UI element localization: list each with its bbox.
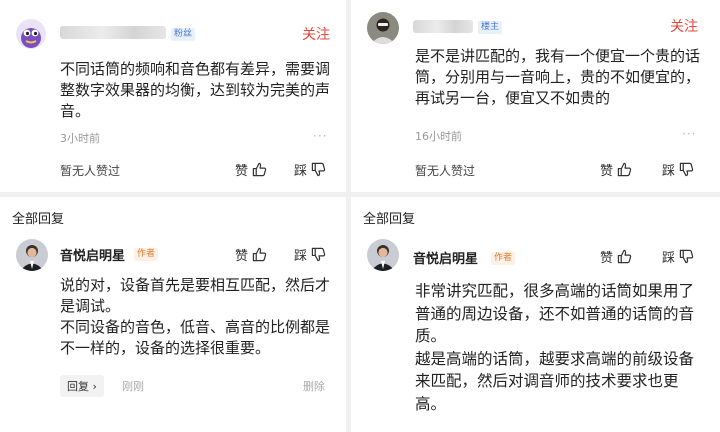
author-badge: 作者	[491, 252, 516, 265]
thumbs-up-icon	[252, 247, 267, 262]
like-label: 赞	[600, 164, 614, 179]
like-button[interactable]: 赞	[600, 160, 632, 179]
dislike-label: 踩	[662, 251, 676, 266]
dislike-label: 踩	[662, 164, 676, 179]
fan-badge: 粉丝	[171, 28, 196, 41]
comment-text: 是不是讲匹配的，我有一个便宜一个贵的话筒，分别用与一音响上，贵的不如便宜的，再试…	[415, 47, 701, 107]
reply-paragraph: 非常讲究匹配，很多高端的话筒如果用了普通的周边设备，还不如普通的话筒的音质。	[415, 282, 695, 345]
reply-paragraph: 越是高端的话筒，越要求高端的前级设备来匹配，然后对调音师的技术要求也更高。	[415, 349, 695, 413]
user-avatar[interactable]	[16, 19, 46, 49]
comment-card-2: 楼主 关注 是不是讲匹配的，我有一个便宜一个贵的话筒，分别用与一音响上，贵的不如…	[351, 0, 720, 192]
delete-button[interactable]: 删除	[303, 378, 325, 394]
thumbs-down-icon	[311, 247, 326, 262]
comment-card-1: 粉丝 关注 不同话筒的频响和音色都有差异，需要调整数字效果器的均衡，达到较为完美…	[0, 0, 346, 192]
thumbs-down-icon	[679, 162, 694, 177]
dislike-button[interactable]: 踩	[662, 160, 694, 179]
dislike-button[interactable]: 踩	[294, 245, 326, 264]
more-options-icon[interactable]: ···	[682, 127, 696, 141]
comment-time: 3小时前	[60, 132, 100, 145]
thumbs-up-icon	[617, 249, 632, 264]
thumbs-up-icon	[252, 162, 267, 177]
like-button[interactable]: 赞	[235, 160, 267, 179]
like-label: 赞	[235, 249, 249, 264]
reply-button[interactable]: 回复 ›	[60, 375, 104, 397]
reply-text: 说的对，设备首先是要相互匹配，然后才是调试。 不同设备的音色，低音、高音的比例都…	[60, 275, 334, 359]
dislike-button[interactable]: 踩	[294, 160, 326, 179]
thumbs-down-icon	[311, 162, 326, 177]
dislike-label: 踩	[294, 164, 308, 179]
like-button[interactable]: 赞	[600, 247, 632, 266]
likes-summary: 暂无人赞过	[60, 164, 121, 178]
reply-paragraph: 不同设备的音色，低音、高音的比例都是不一样的，设备的选择很重要。	[60, 318, 331, 357]
poster-badge: 楼主	[478, 21, 503, 34]
like-button[interactable]: 赞	[235, 245, 267, 264]
more-options-icon[interactable]: ···	[313, 129, 327, 143]
author-badge: 作者	[134, 248, 159, 261]
reply-time: 刚刚	[122, 380, 144, 393]
author-username[interactable]: 音悦启明星	[60, 245, 125, 264]
author-avatar[interactable]	[16, 239, 48, 271]
all-replies-title: 全部回复	[363, 212, 416, 227]
dislike-button[interactable]: 踩	[662, 247, 694, 266]
thumbs-up-icon	[617, 162, 632, 177]
all-replies-title: 全部回复	[12, 212, 65, 227]
comment-time: 16小时前	[415, 130, 462, 143]
author-username[interactable]: 音悦启明星	[413, 248, 478, 267]
reply-paragraph: 说的对，设备首先是要相互匹配，然后才是调试。	[60, 276, 331, 315]
user-avatar[interactable]	[367, 12, 399, 44]
username-blurred[interactable]	[60, 26, 166, 39]
thumbs-down-icon	[679, 249, 694, 264]
dislike-label: 踩	[294, 249, 308, 264]
follow-button[interactable]: 关注	[302, 24, 330, 44]
replies-panel-2: 全部回复 音悦启明星 作者 赞 踩 非常讲究匹配，很多高端的话筒如果用了普通的周…	[351, 197, 720, 432]
follow-button[interactable]: 关注	[670, 16, 698, 36]
likes-summary: 暂无人赞过	[415, 164, 476, 178]
author-avatar[interactable]	[367, 239, 399, 271]
reply-text: 非常讲究匹配，很多高端的话筒如果用了普通的周边设备，还不如普通的话筒的音质。 越…	[415, 280, 705, 415]
username-blurred[interactable]	[413, 20, 473, 33]
like-label: 赞	[235, 164, 249, 179]
comment-text: 不同话筒的频响和音色都有差异，需要调整数字效果器的均衡，达到较为完美的声音。	[60, 60, 331, 120]
replies-panel-1: 全部回复 音悦启明星 作者 赞 踩 说的对，设备首先是要相互匹配，然后才是调试。…	[0, 197, 346, 432]
like-label: 赞	[600, 251, 614, 266]
